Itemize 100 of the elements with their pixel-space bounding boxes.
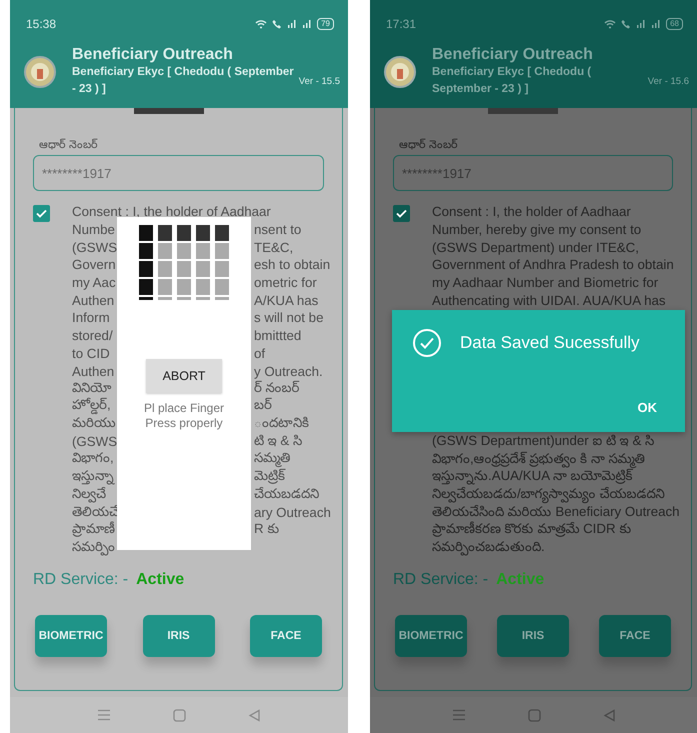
rd-service-label: RD Service: - — [33, 570, 128, 589]
capture-button[interactable]: FACE — [599, 614, 671, 657]
battery-level: 68 — [666, 18, 683, 30]
consent-text: విభాగం,ఆంధ్రప్రదేశ్ ప్రభుత్వం కి నా సమ్మతి — [432, 450, 644, 469]
consent-text: Authen — [72, 364, 114, 379]
consent-text: బర్ — [254, 397, 272, 414]
consent-text: Authen — [72, 292, 114, 308]
consent-text: సమర్పిం — [72, 538, 115, 557]
emblem-icon — [24, 56, 56, 88]
app-subtitle: Beneficiary Ekyc [ Chedodu ( September - 23 ) ] — [72, 65, 295, 97]
consent-text: to CID — [72, 346, 110, 361]
photo-placeholder — [134, 108, 204, 114]
status-time: 15:38 — [26, 17, 56, 31]
version-text: Ver - 15.5 — [298, 76, 340, 86]
photo-placeholder — [488, 108, 558, 114]
consent-text: (GSWS — [72, 434, 118, 450]
consent-text: Government of Andhra Pradesh to obtain — [432, 257, 674, 272]
consent-checkbox[interactable] — [33, 205, 50, 222]
consent-text: bmittted — [254, 328, 302, 344]
back-icon — [602, 708, 616, 722]
consent-text: Govern — [72, 257, 116, 272]
check-icon — [36, 209, 47, 218]
consent-text: my Aac — [72, 275, 116, 290]
consent-text: మరియు — [72, 415, 116, 432]
rd-service-label: RD Service: - — [393, 570, 488, 589]
consent-text: (GSWS Department) under ITE&C, — [432, 240, 639, 255]
consent-text: నిల్వచే — [72, 486, 106, 504]
consent-text: Consent : I, the holder of Aadhaar — [432, 204, 631, 220]
consent-text: ఇస్తున్నా — [72, 468, 114, 486]
consent-text: హోల్డర్, — [72, 397, 111, 416]
consent-text: తెలియచేసింది మరియు Beneficiary Outreach — [432, 504, 680, 521]
consent-text: ందటానికి — [254, 415, 309, 432]
consent-text: Inform — [72, 310, 110, 326]
app-title: Beneficiary Outreach — [72, 46, 234, 64]
capture-button[interactable]: IRIS — [142, 614, 214, 657]
consent-text: A/KUA has — [254, 292, 318, 308]
abort-button[interactable]: ABORT — [146, 359, 222, 393]
consent-text: సమ్మతి — [254, 450, 290, 468]
aadhaar-field[interactable]: ********1917 — [33, 155, 324, 191]
consent-text: ఇస్తున్నాను.AUA/KUA నా బయోమెట్రిక్ — [432, 468, 633, 486]
capture-button[interactable]: BIOMETRIC — [395, 614, 467, 657]
app-subtitle: Beneficiary Ekyc [ Chedodu ( September - 23 ) ] — [432, 65, 592, 97]
consent-text: Numbe — [72, 222, 115, 238]
wifi-icon — [604, 19, 616, 29]
status-time: 17:31 — [386, 17, 416, 31]
consent-text: Consent : I, the holder of Aadhaar — [72, 204, 271, 220]
consent-text: ర్ నంబర్ — [254, 380, 300, 397]
consent-text: టి ఇ & సి — [254, 432, 302, 450]
consent-text: ప్రామాణీకరణ కొరకు మాత్రమే CIDR కు — [432, 521, 632, 539]
home-icon — [173, 708, 186, 722]
phone-icon — [621, 19, 632, 29]
battery-level: 79 — [317, 18, 334, 30]
consent-text: s will not be — [254, 310, 324, 326]
consent-text: TE&C, — [254, 240, 294, 255]
version-text: Ver - 15.6 — [648, 76, 689, 86]
consent-text: stored/ — [72, 328, 113, 344]
consent-text: of — [254, 346, 266, 361]
wifi-icon — [255, 19, 268, 29]
check-circle-icon — [412, 328, 442, 358]
check-icon — [396, 209, 407, 218]
consent-text: (GSWS — [72, 240, 118, 255]
signal-icon — [287, 19, 298, 29]
phone-icon — [272, 19, 282, 29]
back-icon — [248, 708, 261, 722]
consent-text: nsent to — [254, 222, 302, 238]
consent-text: Number, hereby give my consent to — [432, 222, 642, 238]
consent-text: ప్రామాణీ — [72, 521, 115, 539]
menu-icon — [97, 709, 111, 721]
signal-icon — [636, 19, 646, 29]
menu-icon — [452, 709, 466, 721]
consent-text: చేయబడదని — [254, 486, 319, 503]
consent-text: వినియో — [72, 380, 111, 397]
consent-text: Authencating with UIDAI. AUA/KUA has — [432, 292, 666, 308]
consent-checkbox[interactable] — [393, 205, 410, 222]
field-label: ఆధార్ నెంబర్ — [39, 138, 100, 153]
consent-text: (GSWS Department)under ఐ టి ఇ & సి — [432, 432, 654, 450]
capture-button[interactable]: BIOMETRIC — [35, 614, 107, 657]
emblem-icon — [384, 56, 416, 88]
consent-text: y Outreach. — [254, 364, 323, 379]
consent-text: esh to obtain — [254, 257, 330, 272]
dialog-message: Data Saved Sucessfully — [460, 333, 640, 353]
field-label: ఆధార్ నెంబర్ — [399, 138, 460, 153]
signal-icon — [302, 19, 312, 29]
capture-button[interactable]: IRIS — [497, 614, 569, 657]
app-title: Beneficiary Outreach — [432, 46, 594, 64]
consent-text: మెట్రిక్ — [254, 468, 285, 486]
consent-text: R కు — [254, 521, 280, 538]
consent-text: విభాగం, — [72, 450, 114, 468]
home-icon — [528, 708, 540, 722]
rd-service-status: Active — [496, 570, 544, 589]
hint-text: Press properly — [145, 416, 223, 431]
consent-text: నిల్వచేయబడదు/బాగ్యస్వామ్యం చేయబడదని — [432, 486, 664, 504]
hint-text: Pl place Finger — [144, 401, 224, 416]
ok-button[interactable]: OK — [632, 399, 663, 416]
signal-icon — [651, 19, 662, 29]
consent-text: ometric for — [254, 275, 317, 290]
capture-button[interactable]: FACE — [250, 614, 322, 657]
consent-text: సమర్పించబడుతుంది. — [432, 539, 545, 558]
rd-service-status: Active — [136, 570, 184, 589]
consent-text: my Aadhaar Number and Biometric for — [432, 275, 658, 290]
